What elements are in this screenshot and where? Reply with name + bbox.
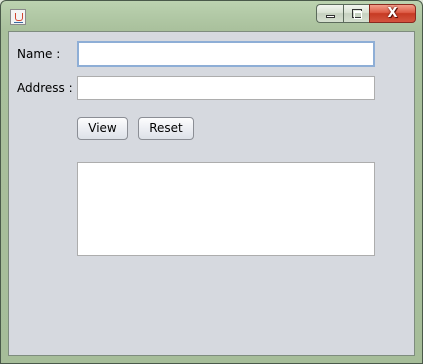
minimize-icon — [326, 15, 335, 18]
minimize-button[interactable] — [316, 4, 343, 23]
output-textarea[interactable] — [77, 162, 375, 256]
name-input[interactable] — [77, 41, 375, 67]
window-controls: X — [316, 4, 416, 23]
close-icon: X — [387, 6, 398, 21]
close-button[interactable]: X — [369, 4, 416, 23]
java-cup-icon[interactable] — [10, 9, 26, 25]
address-input[interactable] — [77, 76, 375, 100]
form-panel: Name : Address : View Reset — [8, 31, 415, 356]
name-label: Name : — [17, 47, 61, 61]
title-bar[interactable]: X — [1, 1, 422, 31]
view-button[interactable]: View — [77, 117, 128, 140]
address-label: Address : — [17, 81, 73, 95]
reset-button[interactable]: Reset — [138, 117, 194, 140]
maximize-button[interactable] — [343, 4, 369, 23]
maximize-icon — [352, 9, 362, 19]
app-window: X Name : Address : View Reset — [0, 0, 423, 364]
